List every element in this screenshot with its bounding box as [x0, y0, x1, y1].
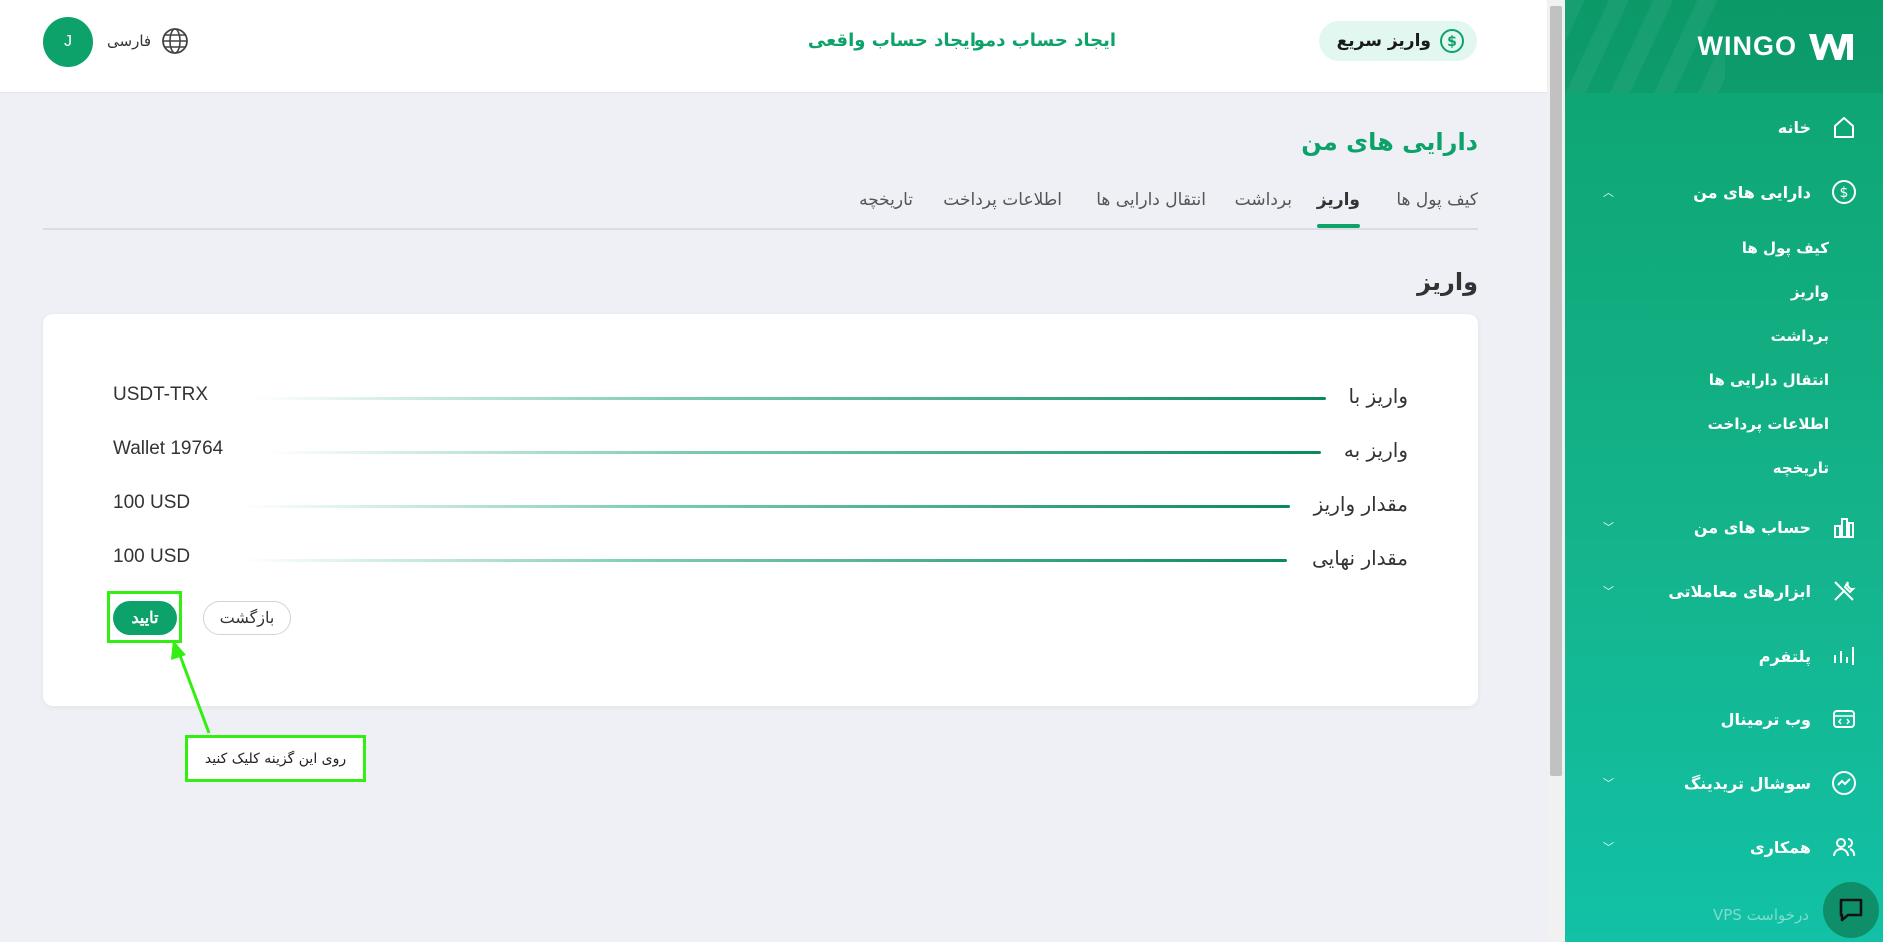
sidebar-item-label: خانه	[1777, 117, 1811, 137]
row-label: مقدار نهایی	[1311, 546, 1408, 570]
chevron-down-icon[interactable]: ﹀	[1603, 519, 1614, 535]
sidebar-sub-payment-info[interactable]: اطلاعات پرداخت	[1708, 415, 1829, 433]
row-value: 100 USD	[113, 492, 191, 513]
chevron-down-icon[interactable]: ﹀	[1603, 775, 1614, 791]
sidebar-item-label: ابزارهای معاملاتی	[1668, 581, 1811, 601]
scrollbar-thumb[interactable]	[1550, 6, 1562, 776]
sidebar-item-platform[interactable]: پلتفرم	[1565, 636, 1883, 676]
summary-row: مقدار واریز 100 USD	[113, 490, 1408, 520]
sidebar-item-partnership[interactable]: همکاری ﹀	[1565, 827, 1883, 867]
dollar-circle-icon: $	[1440, 29, 1464, 53]
home-icon	[1834, 117, 1854, 138]
wingo-logo-icon	[1809, 33, 1853, 60]
svg-text:$: $	[1840, 185, 1849, 201]
top-header: $ واریز سریع ایجاد حساب واقعی ایجاد حساب…	[0, 0, 1547, 93]
sidebar-item-label: پلتفرم	[1758, 646, 1811, 666]
tab-payment-info[interactable]: اطلاعات پرداخت	[943, 190, 1062, 210]
platform-icon	[1834, 647, 1854, 665]
sidebar-item-my-accounts[interactable]: حساب های من ﹀	[1565, 507, 1883, 547]
chevron-down-icon[interactable]: ﹀	[1603, 839, 1614, 855]
sidebar-item-web-terminal[interactable]: وب ترمینال	[1565, 699, 1883, 739]
chevron-down-icon[interactable]: ﹀	[1603, 583, 1614, 599]
sidebar-item-label: دارایی های من	[1693, 182, 1811, 202]
sidebar-item-label: سوشال تریدینگ	[1683, 773, 1811, 793]
row-divider	[241, 559, 1287, 562]
chevron-up-icon[interactable]: ︿	[1603, 184, 1614, 200]
row-divider	[253, 397, 1326, 400]
sidebar-item-label: حساب های من	[1693, 517, 1811, 537]
quick-deposit-label: واریز سریع	[1336, 31, 1431, 51]
row-divider	[268, 451, 1321, 454]
tab-withdraw[interactable]: برداشت	[1235, 190, 1292, 210]
sidebar-item-home[interactable]: خانه	[1565, 107, 1883, 147]
row-label: مقدار واریز	[1313, 492, 1408, 516]
page-title: دارایی های من	[1301, 128, 1478, 156]
sidebar-sub-transfer[interactable]: انتقال دارایی ها	[1709, 371, 1829, 389]
code-window-icon	[1833, 710, 1855, 728]
tab-transfer[interactable]: انتقال دارایی ها	[1096, 190, 1206, 210]
real-account-link[interactable]: ایجاد حساب واقعی	[808, 30, 976, 51]
sidebar-sub-deposit[interactable]: واریز	[1791, 283, 1829, 301]
section-title: واریز	[1417, 268, 1478, 296]
tab-deposit[interactable]: واریز	[1316, 190, 1361, 228]
svg-text:$: $	[1447, 34, 1457, 50]
summary-row: واریز به Wallet 19764	[113, 436, 1408, 466]
annotation-tooltip: روی این گزینه کلیک کنید	[185, 735, 366, 782]
chat-icon	[1839, 898, 1863, 922]
sidebar: WINGO خانه $ دارایی های من ︿ کیف پول ها …	[1565, 0, 1883, 942]
tools-icon	[1834, 581, 1856, 601]
logo-area: WINGO	[1565, 0, 1883, 93]
sidebar-item-trading-tools[interactable]: ابزارهای معاملاتی ﹀	[1565, 571, 1883, 611]
chat-button[interactable]	[1823, 882, 1879, 938]
summary-row: واریز با USDT-TRX	[113, 382, 1408, 412]
row-value: Wallet 19764	[113, 438, 224, 459]
users-icon	[1833, 838, 1856, 857]
row-label: واریز با	[1348, 384, 1409, 408]
quick-deposit-button[interactable]: $ واریز سریع	[1318, 21, 1477, 61]
row-value: USDT-TRX	[113, 384, 208, 405]
sidebar-item-social-trading[interactable]: سوشال تریدینگ ﹀	[1565, 763, 1883, 803]
bar-chart-icon	[1834, 518, 1854, 538]
logo-decoration	[1565, 0, 1725, 93]
row-label: واریز به	[1343, 438, 1408, 462]
row-value: 100 USD	[113, 546, 191, 567]
back-button[interactable]: بازگشت	[203, 601, 291, 635]
sidebar-item-my-assets[interactable]: $ دارایی های من ︿	[1565, 172, 1883, 212]
language-selector[interactable]: فارسی	[107, 32, 151, 50]
sidebar-sub-history[interactable]: تاریخچه	[1773, 459, 1829, 477]
sidebar-item-label: وب ترمینال	[1720, 709, 1811, 729]
trend-circle-icon	[1832, 771, 1856, 795]
sidebar-item-vps[interactable]: درخواست VPS	[1713, 906, 1809, 924]
dollar-circle-icon: $	[1832, 180, 1856, 204]
demo-account-link[interactable]: ایجاد حساب دمو	[974, 30, 1116, 51]
globe-icon[interactable]	[161, 27, 189, 55]
tab-history[interactable]: تاریخچه	[859, 190, 913, 210]
sidebar-item-label: همکاری	[1749, 837, 1811, 857]
deposit-summary-card: واریز با USDT-TRX واریز به Wallet 19764 …	[43, 314, 1478, 706]
scrollbar[interactable]	[1547, 0, 1565, 942]
sidebar-sub-wallets[interactable]: کیف پول ها	[1742, 239, 1829, 257]
row-divider	[241, 505, 1290, 508]
highlight-box	[107, 591, 182, 643]
tab-wallets[interactable]: کیف پول ها	[1396, 190, 1478, 210]
summary-row: مقدار نهایی 100 USD	[113, 544, 1408, 574]
avatar[interactable]: J	[43, 17, 93, 67]
tab-bar: کیف پول ها واریز برداشت انتقال دارایی ها…	[43, 184, 1478, 230]
sidebar-sub-withdraw[interactable]: برداشت	[1771, 327, 1829, 345]
